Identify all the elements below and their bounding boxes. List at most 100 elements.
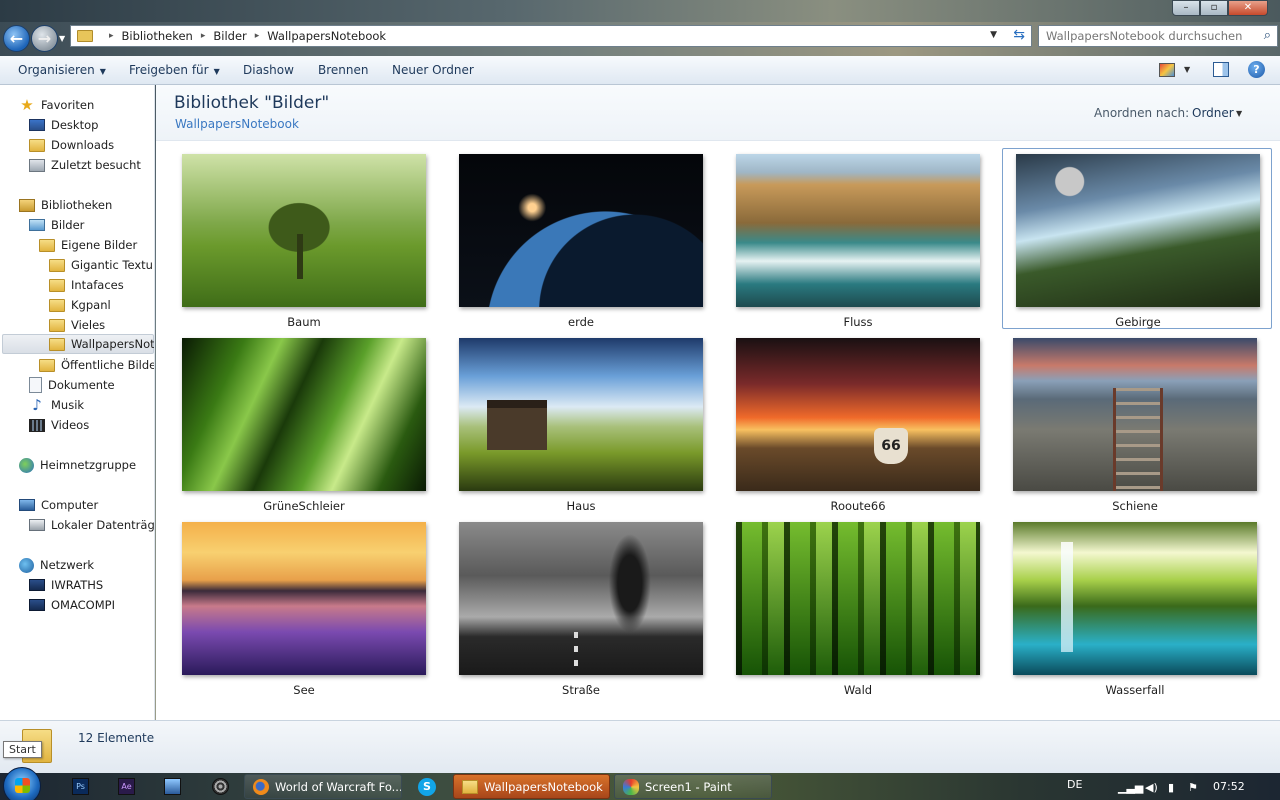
taskbar-item-label: World of Warcraft Fo... [275, 779, 402, 794]
sidebar-item-homegroup[interactable]: Heimnetzgruppe [19, 455, 154, 475]
library-subtitle-link[interactable]: WallpapersNotebook [175, 117, 299, 131]
sidebar-item-computer[interactable]: Computer [19, 495, 154, 515]
organize-button[interactable]: Organisieren ▼ [18, 63, 106, 77]
volume-icon[interactable]: ◀) [1145, 781, 1158, 794]
sidebar-item-my-pictures[interactable]: Eigene Bilder [39, 235, 154, 255]
forward-button[interactable]: → [31, 25, 58, 52]
sidebar-item-omacompi[interactable]: OMACOMPI [29, 595, 154, 615]
start-button[interactable] [3, 767, 41, 800]
chevron-down-icon: ▼ [213, 67, 220, 76]
address-dropdown-icon[interactable]: ▼ [990, 30, 997, 40]
skype-icon[interactable]: S [418, 778, 436, 796]
image-thumbnail[interactable] [1013, 522, 1257, 675]
sidebar-item-recent[interactable]: Zuletzt besucht [29, 155, 154, 175]
image-thumbnail[interactable] [1013, 338, 1257, 491]
close-button[interactable]: ✕ [1228, 0, 1268, 16]
photoshop-quicklaunch-icon[interactable]: Ps [72, 778, 89, 795]
image-thumbnail[interactable] [182, 154, 426, 307]
burn-button[interactable]: Brennen [318, 63, 368, 77]
sidebar-item-label: Musik [51, 398, 85, 412]
breadcrumb-wallpapers[interactable]: WallpapersNotebook [267, 29, 386, 43]
network-signal-icon[interactable]: ▁▃▅ [1118, 781, 1143, 794]
sidebar-item-intafaces[interactable]: Intafaces [49, 275, 154, 295]
maximize-button[interactable]: ▫ [1200, 0, 1228, 16]
spiral-app-quicklaunch-icon[interactable] [212, 778, 229, 795]
address-bar[interactable]: ▸ Bibliotheken ▸ Bilder ▸ WallpapersNote… [70, 25, 1032, 47]
sidebar-item-videos[interactable]: Videos [29, 415, 154, 435]
image-thumbnail[interactable] [459, 338, 703, 491]
image-thumbnail[interactable] [459, 522, 703, 675]
language-indicator[interactable]: DE [1067, 778, 1082, 791]
image-thumbnail[interactable] [459, 154, 703, 307]
image-thumbnail[interactable] [736, 154, 980, 307]
chevron-right-icon[interactable]: ▸ [201, 31, 206, 41]
action-center-flag-icon[interactable]: ⚑ [1188, 781, 1198, 794]
taskbar-item-paint[interactable]: Screen1 - Paint [614, 774, 772, 799]
chevron-down-icon[interactable]: ▼ [1236, 109, 1242, 118]
sidebar-item-network[interactable]: Netzwerk [19, 555, 154, 575]
clock[interactable]: 07:52 [1213, 780, 1245, 793]
chevron-right-icon[interactable]: ▸ [255, 31, 260, 41]
battery-icon[interactable]: ▮ [1168, 781, 1174, 794]
file-tile-wasserfall[interactable]: Wasserfall [999, 516, 1269, 697]
sidebar-item-libraries[interactable]: Bibliotheken [19, 195, 154, 215]
folder-icon [39, 358, 55, 372]
taskbar-item-explorer[interactable]: WallpapersNotebook [453, 774, 610, 799]
search-input[interactable] [1039, 26, 1249, 46]
sidebar-item-downloads[interactable]: Downloads [29, 135, 154, 155]
sidebar-item-wallpapersnotebook[interactable]: WallpapersNotebook [2, 334, 154, 354]
sidebar-item-vieles[interactable]: Vieles [49, 315, 154, 335]
file-tile-wald[interactable]: Wald [722, 516, 992, 697]
sidebar-item-kgpanl[interactable]: Kgpanl [49, 295, 154, 315]
change-view-icon[interactable] [1159, 63, 1175, 77]
file-tile-erde[interactable]: erde [445, 148, 715, 329]
file-tile-fluss[interactable]: Fluss [722, 148, 992, 329]
sidebar-item-desktop[interactable]: Desktop [29, 115, 154, 135]
back-arrow-icon: ← [9, 29, 24, 48]
sidebar-item-music[interactable]: ♪ Musik [29, 395, 154, 415]
sidebar-item-gigantic-texture[interactable]: Gigantic Texture [49, 255, 154, 275]
sidebar-item-local-disk[interactable]: Lokaler Datenträger [29, 515, 154, 535]
help-icon[interactable]: ? [1248, 61, 1265, 78]
history-dropdown-icon[interactable]: ▼ [59, 34, 65, 43]
chevron-right-icon[interactable]: ▸ [109, 31, 114, 41]
taskbar-item-firefox[interactable]: World of Warcraft Fo... [244, 774, 402, 799]
new-folder-button[interactable]: Neuer Ordner [392, 63, 474, 77]
breadcrumb-pictures[interactable]: Bilder [213, 29, 246, 43]
search-icon[interactable]: ⌕ [1264, 28, 1271, 43]
file-tile-schiene[interactable]: Schiene [999, 332, 1269, 513]
sidebar-item-iwraths[interactable]: IWRATHS [29, 575, 154, 595]
image-thumbnail[interactable] [182, 522, 426, 675]
refresh-icon[interactable]: ⇆ [1013, 27, 1025, 43]
sidebar-item-public-pictures[interactable]: Öffentliche Bilder [39, 355, 154, 375]
share-button[interactable]: Freigeben für ▼ [129, 63, 220, 77]
image-thumbnail[interactable] [736, 338, 980, 491]
sidebar-item-pictures[interactable]: Bilder [29, 215, 154, 235]
file-tile-baum[interactable]: Baum [168, 148, 438, 329]
view-dropdown-icon[interactable]: ▼ [1184, 65, 1190, 74]
image-thumbnail[interactable] [1016, 154, 1260, 307]
sidebar-item-documents[interactable]: Dokumente [29, 375, 154, 395]
file-tile-strasse[interactable]: Straße [445, 516, 715, 697]
file-name: GrüneSchleier [263, 499, 345, 513]
image-thumbnail[interactable] [736, 522, 980, 675]
file-tile-gebirge[interactable]: Gebirge [1002, 148, 1272, 329]
start-tooltip: Start [3, 741, 42, 758]
file-tile-rooute66[interactable]: Rooute66 [722, 332, 992, 513]
computer-quicklaunch-icon[interactable] [164, 778, 181, 795]
sidebar-item-label: Bilder [51, 218, 85, 232]
breadcrumb-libraries[interactable]: Bibliotheken [122, 29, 193, 43]
after-effects-quicklaunch-icon[interactable]: Ae [118, 778, 135, 795]
arrange-by-dropdown[interactable]: Ordner [1192, 106, 1234, 120]
file-tile-see[interactable]: See [168, 516, 438, 697]
image-thumbnail[interactable] [182, 338, 426, 491]
minimize-button[interactable]: – [1172, 0, 1200, 16]
sidebar-item-favorites[interactable]: ★ Favoriten [19, 95, 154, 115]
file-tile-grueneschleier[interactable]: GrüneSchleier [168, 332, 438, 513]
slideshow-button[interactable]: Diashow [243, 63, 294, 77]
file-tile-haus[interactable]: Haus [445, 332, 715, 513]
back-button[interactable]: ← [3, 25, 30, 52]
hard-drive-icon [29, 519, 45, 531]
file-name: Baum [287, 315, 321, 329]
preview-pane-icon[interactable] [1213, 62, 1229, 77]
